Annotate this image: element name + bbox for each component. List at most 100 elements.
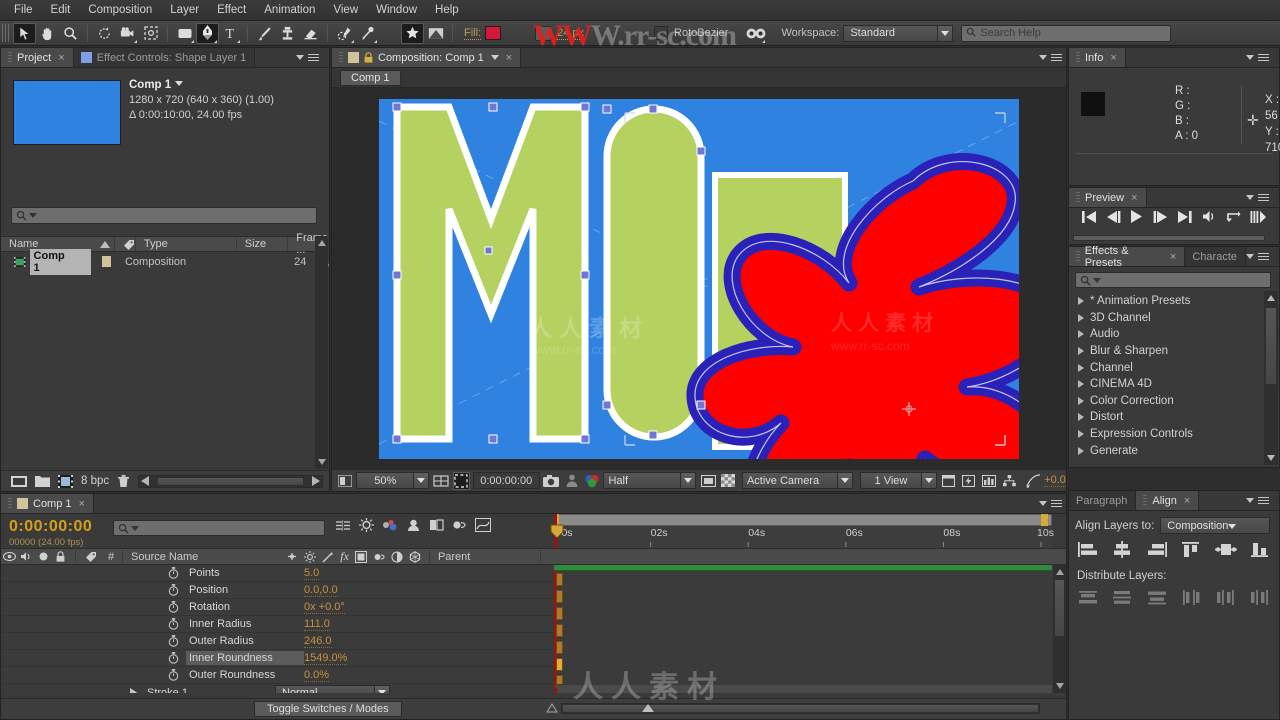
previous-frame-button[interactable] xyxy=(1106,210,1121,226)
effects-category-item[interactable]: Generate xyxy=(1073,442,1263,459)
align-top-button[interactable] xyxy=(1180,541,1202,561)
chevron-right-icon[interactable] xyxy=(1078,396,1084,405)
playhead-marker[interactable] xyxy=(550,524,564,541)
exposure-reset-icon[interactable] xyxy=(1024,472,1041,490)
comp-timecode[interactable]: 0:00:00:00 xyxy=(472,472,540,489)
work-area-bar[interactable] xyxy=(554,565,1052,571)
timeline-link-icon[interactable] xyxy=(980,472,997,490)
toggle-viewer-icon[interactable] xyxy=(336,472,353,490)
tab-preview[interactable]: Preview × xyxy=(1069,188,1147,207)
new-comp-icon[interactable] xyxy=(11,475,27,488)
effects-category-item[interactable]: Color Correction xyxy=(1073,393,1263,410)
grid-guides-icon[interactable] xyxy=(432,472,449,490)
scroll-up-arrow[interactable] xyxy=(316,237,327,249)
rotobezier-checkbox[interactable] xyxy=(654,26,669,40)
project-search-input[interactable] xyxy=(11,207,317,224)
project-comp-name-row[interactable]: Comp 1 xyxy=(129,78,274,93)
menu-item-edit[interactable]: Edit xyxy=(43,2,79,18)
tag-icon[interactable] xyxy=(82,551,100,562)
chevron-down-icon[interactable] xyxy=(490,55,499,60)
clone-stamp-tool[interactable] xyxy=(276,23,299,44)
close-icon[interactable]: × xyxy=(1110,52,1116,64)
brush-tool[interactable] xyxy=(253,23,276,44)
scroll-up-arrow[interactable] xyxy=(1266,292,1276,304)
project-scrollbar[interactable] xyxy=(315,236,328,469)
menu-item-view[interactable]: View xyxy=(325,2,366,18)
composition-mini-flowchart-icon[interactable] xyxy=(335,519,351,535)
stopwatch-icon[interactable] xyxy=(167,669,179,681)
effects-category-list[interactable]: * Animation Presets 3D Channel Audio Blur &… xyxy=(1073,293,1263,465)
row-label-color[interactable] xyxy=(101,256,111,267)
timeline-scrollbar[interactable] xyxy=(1053,565,1066,693)
eraser-tool[interactable] xyxy=(299,23,322,44)
stopwatch-icon[interactable] xyxy=(167,601,179,613)
lock-icon[interactable] xyxy=(364,52,373,63)
last-frame-button[interactable] xyxy=(1177,210,1192,226)
panel-menu[interactable] xyxy=(1246,491,1279,510)
selection-tool[interactable] xyxy=(13,22,36,44)
chevron-right-icon[interactable] xyxy=(1078,446,1084,455)
roto-brush-tool[interactable] xyxy=(333,23,356,44)
hide-shy-layers-icon[interactable] xyxy=(406,518,421,535)
pixel-aspect-icon[interactable] xyxy=(940,472,957,490)
zoom-in-timeline-icon[interactable] xyxy=(641,702,655,717)
source-name-header[interactable]: Source Name xyxy=(131,551,198,563)
chevron-right-icon[interactable] xyxy=(1078,413,1084,422)
effects-category-item[interactable]: * Animation Presets xyxy=(1073,293,1263,310)
preview-progress-bar[interactable] xyxy=(1073,235,1265,241)
chevron-right-icon[interactable] xyxy=(1078,297,1084,306)
property-track-marker[interactable] xyxy=(556,573,563,586)
tab-align[interactable]: Align × xyxy=(1136,491,1200,510)
table-row[interactable]: Comp 1 Composition 24 xyxy=(1,248,329,275)
tab-timeline-comp[interactable]: Comp 1 × xyxy=(1,494,94,513)
menu-item-help[interactable]: Help xyxy=(427,2,467,18)
property-track-marker[interactable] xyxy=(556,624,563,637)
timeline-current-time[interactable]: 0:00:00:00 00000 (24.00 fps) xyxy=(9,518,92,548)
property-value[interactable]: 111.0 xyxy=(304,618,330,631)
star-shape-icon[interactable] xyxy=(401,22,424,44)
fast-previews-icon[interactable] xyxy=(960,472,977,490)
camera-select[interactable]: Active Camera xyxy=(741,472,853,489)
property-value[interactable]: 0.0,0.0 xyxy=(304,584,338,597)
effects-category-item[interactable]: Channel xyxy=(1073,359,1263,376)
effects-search-input[interactable] xyxy=(1075,272,1271,288)
mask-shape-icon[interactable] xyxy=(424,23,447,44)
target-region-icon[interactable] xyxy=(699,472,716,490)
stroke-width-value[interactable]: 24 px xyxy=(557,27,585,40)
align-horizontal-center-button[interactable] xyxy=(1111,541,1133,561)
exposure-value[interactable]: +0.0 xyxy=(1044,474,1066,487)
align-left-button[interactable] xyxy=(1077,541,1099,561)
column-size[interactable]: Size xyxy=(237,237,289,251)
timeline-property-row[interactable]: Points 5.0 xyxy=(1,565,553,582)
property-value[interactable]: 0.0% xyxy=(304,669,330,682)
scrollbar-thumb[interactable] xyxy=(1265,307,1277,385)
timeline-property-row[interactable]: Outer Radius 246.0 xyxy=(1,633,553,650)
panel-menu[interactable] xyxy=(1039,48,1066,67)
effects-category-item[interactable]: Distort xyxy=(1073,409,1263,426)
breadcrumb-comp-1[interactable]: Comp 1 xyxy=(340,69,401,86)
solo-icon[interactable] xyxy=(35,552,51,561)
views-select[interactable]: 1 View xyxy=(859,472,937,489)
close-icon[interactable]: × xyxy=(1131,192,1137,204)
timeline-zoom-scrollbar[interactable] xyxy=(561,703,1040,714)
bit-depth-label[interactable]: 8 bpc xyxy=(81,475,109,487)
composition-viewer[interactable]: 人人素材 www.rr-sc.com 人人素材 www.rr-sc.com xyxy=(332,88,1066,469)
region-of-interest-icon[interactable] xyxy=(452,471,470,490)
timeline-ruler[interactable]: 0s 02s 04s 06s 08s 10s xyxy=(550,513,1054,548)
loop-button[interactable] xyxy=(1226,210,1241,226)
chevron-right-icon[interactable] xyxy=(1078,380,1084,389)
stroke-color-swatch[interactable] xyxy=(535,25,552,41)
column-label-color[interactable] xyxy=(115,237,136,251)
parent-header[interactable]: Parent xyxy=(438,551,470,563)
fill-label[interactable]: Fill: xyxy=(464,27,482,40)
stopwatch-icon[interactable] xyxy=(167,567,179,579)
comp-flowchart-icon[interactable] xyxy=(1001,472,1018,490)
effects-scrollbar[interactable] xyxy=(1264,291,1278,465)
tab-effects-presets[interactable]: Effects & Presets × xyxy=(1069,245,1186,269)
blend-mode-select[interactable]: Normal xyxy=(275,685,390,693)
toolbar-grip[interactable] xyxy=(2,24,10,42)
stopwatch-icon[interactable] xyxy=(167,584,179,596)
scrollbar-thumb[interactable] xyxy=(1054,579,1065,637)
menu-item-window[interactable]: Window xyxy=(368,2,425,18)
project-horizontal-scrollbar[interactable] xyxy=(138,474,323,488)
